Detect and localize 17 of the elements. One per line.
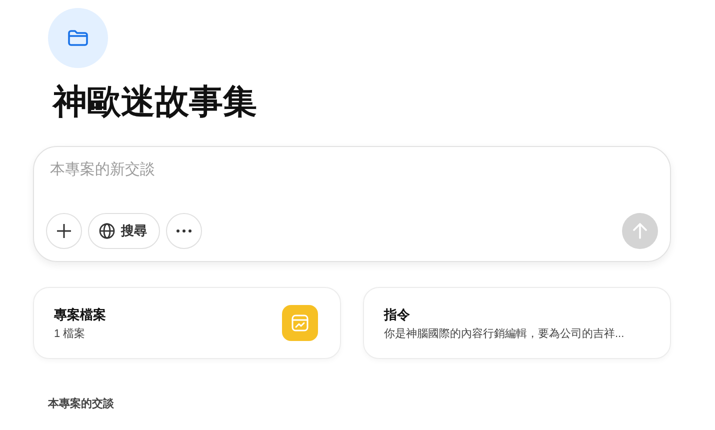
arrow-up-icon: [633, 223, 647, 239]
card-subtitle: 1 檔案: [54, 326, 86, 340]
message-input[interactable]: 本專案的新交談: [46, 159, 354, 180]
globe-icon: [99, 223, 115, 239]
add-button[interactable]: [46, 213, 82, 249]
chart-file-icon: [282, 305, 318, 341]
project-files-card[interactable]: 專案檔案 1 檔案: [33, 287, 341, 359]
instructions-card[interactable]: 指令 你是神腦國際的內容行銷編輯，要為公司的吉祥...: [363, 287, 671, 359]
card-title: 指令: [384, 306, 411, 324]
card-subtitle: 你是神腦國際的內容行銷編輯，要為公司的吉祥...: [384, 326, 624, 340]
more-button[interactable]: [166, 213, 202, 249]
search-button[interactable]: 搜尋: [88, 213, 160, 249]
card-title: 專案檔案: [54, 306, 106, 324]
plus-icon: [57, 224, 71, 238]
project-title: 神歐迷故事集: [53, 82, 258, 123]
more-icon: [176, 229, 192, 233]
section-heading: 本專案的交談: [48, 396, 114, 411]
